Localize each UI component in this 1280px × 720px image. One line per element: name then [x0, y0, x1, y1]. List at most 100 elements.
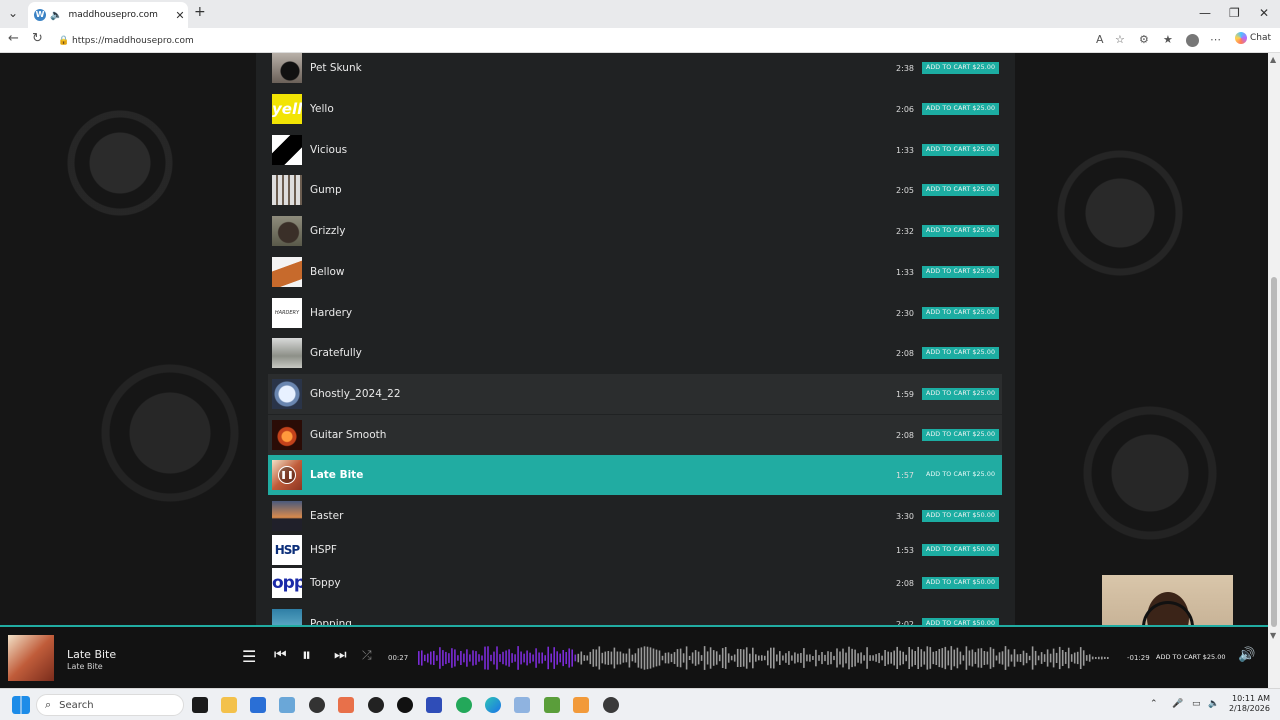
waveform-bar[interactable]: [1001, 651, 1004, 665]
waveform-bar[interactable]: [469, 654, 471, 662]
waveform-bar[interactable]: [670, 653, 673, 663]
wordpress-icon[interactable]: [397, 697, 413, 713]
waveform-bar[interactable]: [517, 646, 519, 670]
waveform-bar[interactable]: [770, 647, 772, 669]
waveform-bar[interactable]: [1055, 652, 1058, 663]
add-to-cart-button[interactable]: ADD TO CART $50.00: [922, 618, 999, 625]
waveform-bar[interactable]: [1085, 655, 1088, 661]
waveform-bar[interactable]: [625, 653, 628, 663]
waveform-bar[interactable]: [451, 648, 453, 668]
waveform-bar[interactable]: [508, 649, 510, 667]
app-icon-3[interactable]: [309, 697, 325, 713]
taskbar-search[interactable]: ⌕ Search: [36, 694, 184, 716]
browser-tab[interactable]: W 🔈 maddhousepro.com ✕: [28, 2, 188, 28]
track-thumbnail[interactable]: HSP: [272, 535, 302, 565]
waveform-bar[interactable]: [565, 652, 567, 664]
url-input[interactable]: 🔒 https://maddhousepro.com: [52, 31, 1137, 50]
waveform-bar[interactable]: [1043, 654, 1046, 662]
microphone-icon[interactable]: 🎤: [1172, 699, 1183, 709]
waveform-bar[interactable]: [806, 654, 808, 662]
show-hidden-icons-icon[interactable]: ⌃: [1150, 699, 1158, 709]
waveform-bar[interactable]: [824, 654, 826, 662]
waveform-bar[interactable]: [427, 653, 429, 663]
waveform-bar[interactable]: [679, 648, 682, 668]
scroll-down-icon[interactable]: ▼: [1270, 631, 1276, 640]
waveform-bar[interactable]: [571, 649, 573, 667]
waveform-bar[interactable]: [1107, 657, 1109, 659]
waveform-bar[interactable]: [1046, 649, 1049, 667]
add-to-cart-button[interactable]: ADD TO CART $25.00: [922, 103, 999, 115]
add-to-cart-button[interactable]: ADD TO CART $25.00: [922, 62, 999, 74]
waveform-bar[interactable]: [745, 647, 748, 669]
waveform-bar[interactable]: [1076, 651, 1079, 665]
waveform-bar[interactable]: [511, 653, 513, 663]
track-name[interactable]: Grizzly: [310, 225, 892, 237]
waveform-bar[interactable]: [749, 653, 751, 663]
waveform-bar[interactable]: [986, 651, 989, 665]
waveform-bar[interactable]: [860, 652, 862, 664]
waveform-bar[interactable]: [484, 646, 486, 670]
waveform-bar[interactable]: [715, 651, 718, 665]
waveform-bar[interactable]: [472, 650, 474, 666]
waveform-bar[interactable]: [739, 649, 742, 667]
track-thumbnail[interactable]: opp: [272, 568, 302, 598]
waveform-bar[interactable]: [541, 652, 543, 664]
waveform-bar[interactable]: [830, 651, 832, 665]
waveform-bar[interactable]: [1016, 654, 1019, 662]
waveform-bar[interactable]: [607, 651, 610, 665]
waveform-bar[interactable]: [442, 650, 444, 666]
site-info-icon[interactable]: 🔒: [58, 36, 72, 46]
waveform-bar[interactable]: [1049, 653, 1052, 663]
waveform-bar[interactable]: [544, 655, 546, 661]
waveform-bar[interactable]: [845, 652, 847, 664]
page-scrollbar[interactable]: ▲ ▼: [1268, 53, 1280, 693]
waveform-bar[interactable]: [1104, 656, 1106, 659]
waveform-bar[interactable]: [944, 646, 947, 670]
restore-icon[interactable]: ❐: [1229, 6, 1240, 20]
waveform-bar[interactable]: [643, 646, 646, 670]
waveform-bar[interactable]: [896, 646, 898, 669]
add-to-cart-button[interactable]: ADD TO CART $25.00: [922, 347, 999, 359]
waveform-bar[interactable]: [911, 649, 913, 667]
waveform-bar[interactable]: [884, 650, 886, 666]
waveform-seek-bar[interactable]: [418, 641, 1110, 675]
waveform-bar[interactable]: [962, 655, 965, 661]
app-icon-6[interactable]: [544, 697, 560, 713]
waveform-bar[interactable]: [998, 652, 1001, 664]
waveform-bar[interactable]: [628, 648, 631, 668]
waveform-bar[interactable]: [712, 650, 715, 666]
waveform-bar[interactable]: [878, 653, 880, 664]
track-name[interactable]: Yello: [310, 103, 892, 115]
extensions-icon[interactable]: ⚙: [1139, 33, 1149, 46]
new-tab-icon[interactable]: +: [194, 4, 206, 20]
waveform-bar[interactable]: [436, 655, 438, 661]
track-thumbnail[interactable]: yell: [272, 94, 302, 124]
waveform-bar[interactable]: [595, 649, 598, 667]
waveform-bar[interactable]: [676, 649, 679, 667]
scrollbar-thumb[interactable]: [1271, 277, 1277, 627]
waveform-bar[interactable]: [842, 648, 844, 668]
waveform-bar[interactable]: [761, 655, 763, 661]
waveform-bar[interactable]: [1070, 654, 1073, 662]
waveform-bar[interactable]: [688, 655, 691, 660]
waveform-bar[interactable]: [1052, 648, 1055, 668]
waveform-bar[interactable]: [721, 648, 724, 668]
waveform-bar[interactable]: [809, 654, 811, 662]
track-thumbnail[interactable]: [272, 53, 302, 83]
waveform-bar[interactable]: [989, 647, 992, 669]
track-pause-icon[interactable]: ❚❚: [278, 466, 296, 484]
waveform-bar[interactable]: [664, 652, 667, 664]
waveform-bar[interactable]: [730, 655, 733, 661]
next-track-icon[interactable]: ⏭: [334, 647, 347, 663]
waveform-bar[interactable]: [547, 646, 549, 670]
waveform-bar[interactable]: [634, 653, 637, 663]
tab-list-icon[interactable]: ⌄: [8, 6, 18, 20]
waveform-bar[interactable]: [457, 655, 459, 661]
waveform-bar[interactable]: [995, 655, 998, 661]
waveform-bar[interactable]: [499, 654, 501, 662]
waveform-bar[interactable]: [454, 649, 456, 667]
waveform-bar[interactable]: [700, 655, 703, 661]
waveform-bar[interactable]: [538, 652, 540, 664]
waveform-bar[interactable]: [1031, 646, 1034, 670]
waveform-bar[interactable]: [655, 649, 658, 667]
